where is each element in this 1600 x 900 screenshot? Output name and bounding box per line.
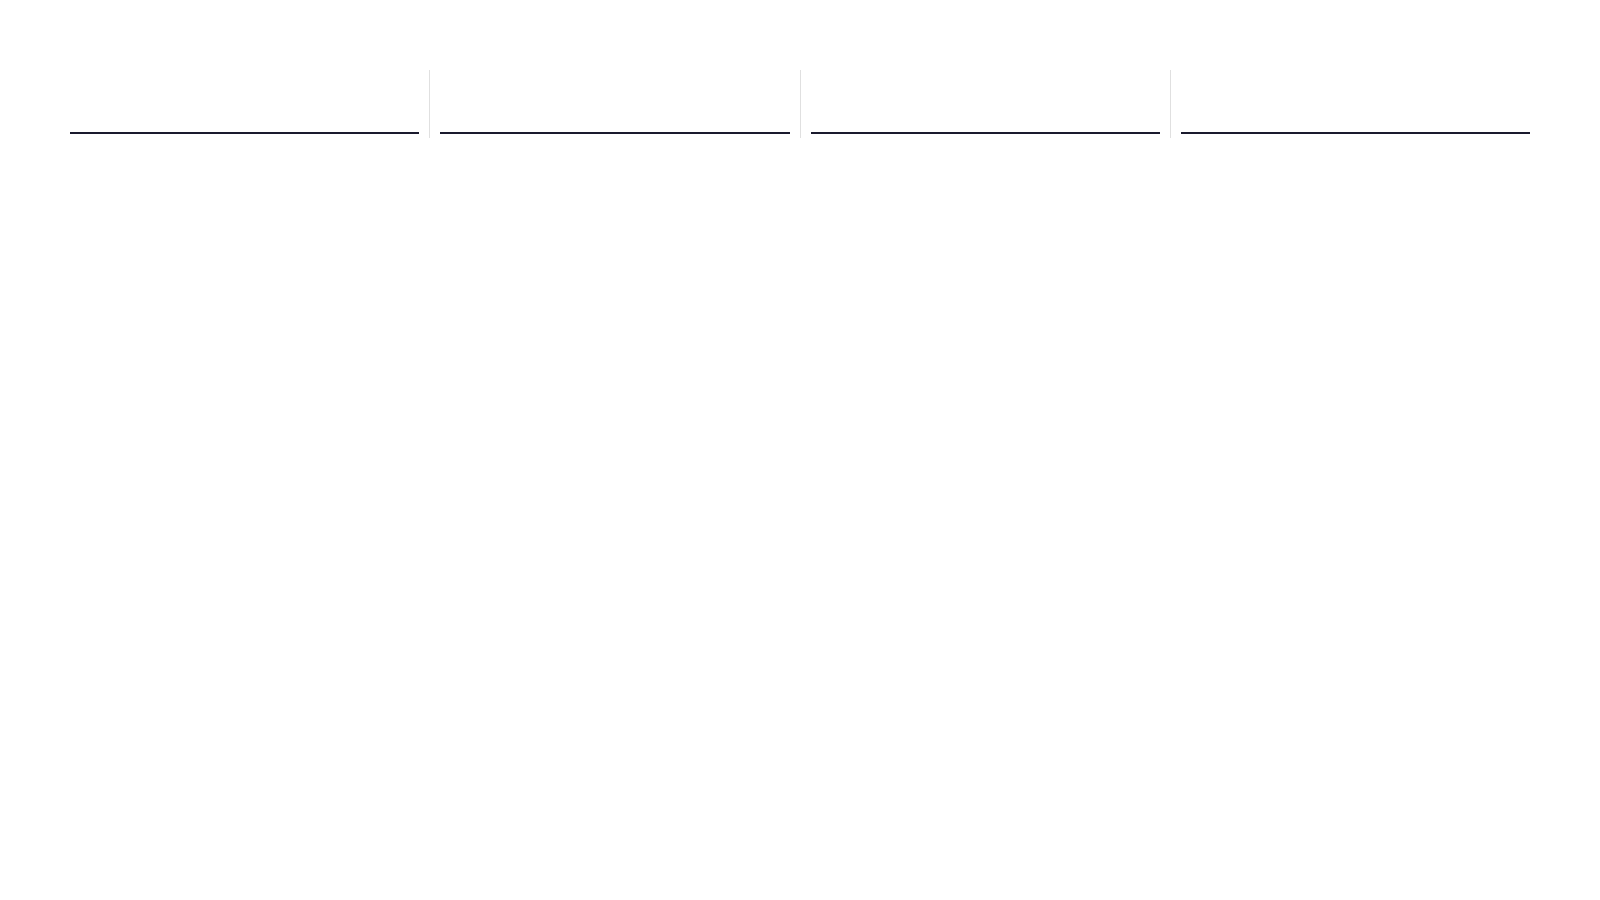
section-comp-games <box>1171 70 1540 138</box>
section-apps <box>60 70 430 138</box>
section-comp-apps <box>801 70 1171 138</box>
col-headers-games <box>440 126 789 134</box>
section-desc-games <box>440 70 789 114</box>
col-headers-comp-games <box>1181 126 1530 134</box>
section-desc-apps <box>70 70 419 114</box>
section-desc-comp-games <box>1181 70 1530 114</box>
col-headers-comp-apps <box>811 126 1160 134</box>
col-headers-apps <box>70 126 419 134</box>
section-desc-comp-apps <box>811 70 1160 114</box>
main-content <box>60 70 1540 138</box>
section-games <box>430 70 800 138</box>
